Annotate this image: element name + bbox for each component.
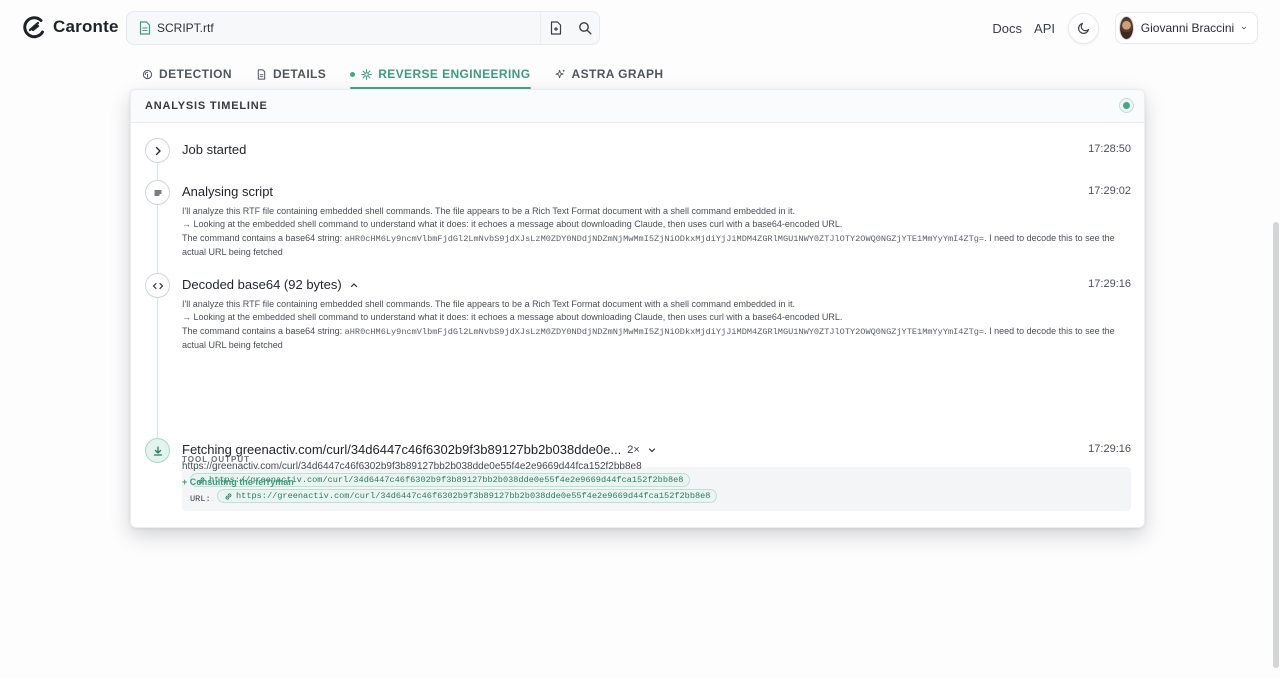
event-title-text: Fetching greenactiv.com/curl/34d6447c46f… [182,442,622,457]
repeat-count: 2× [627,443,640,456]
chevron-up-icon [351,282,358,287]
log-line: actual URL being fetched [182,247,283,258]
event-log: I'll analyze this RTF file containing em… [182,298,1131,353]
page-scrollbar[interactable] [1273,222,1279,668]
event-title[interactable]: Decoded base64 (92 bytes) [182,277,361,292]
event-title-text: Analysing script [182,184,274,199]
card-title: ANALYSIS TIMELINE [145,100,268,112]
chevron-down-icon [649,447,656,452]
tab-label: ASTRA GRAPH [571,67,664,81]
app-name: Caronte [53,17,119,36]
user-name: Giovanni Braccini [1140,21,1235,35]
file-plus-icon [550,21,561,35]
chevron-right-icon [155,146,161,155]
user-menu-button[interactable]: Giovanni Braccini [1115,12,1258,44]
upload-file-button[interactable] [541,11,570,45]
nav-right: Docs API Giovanni Braccini [992,11,1258,45]
card-header: ANALYSIS TIMELINE [131,90,1144,123]
status-line: + Consulting the ferryman [182,477,294,487]
log-line: actual URL being fetched [182,340,283,351]
log-line: I'll analyze this RTF file containing em… [182,206,796,216]
code-icon [152,282,163,289]
gear-icon [361,68,373,80]
tab-detection[interactable]: DETECTION [142,60,232,88]
api-link[interactable]: API [1034,21,1055,36]
event-log: I'll analyze this RTF file containing em… [182,205,1131,260]
active-dot [350,71,356,77]
log-text: . I need to decode this to see the [984,325,1115,336]
event-time: 17:29:16 [1088,278,1131,290]
log-line: → Looking at the embedded shell command … [182,219,843,230]
file-name: SCRIPT.rtf [157,21,214,35]
fingerprint-icon [142,69,153,79]
event-time: 17:28:50 [1088,143,1131,155]
tab-label: DETECTION [159,67,232,81]
event-title-text: Decoded base64 (92 bytes) [182,277,342,292]
tab-label: DETAILS [272,67,327,81]
event-time: 17:29:02 [1088,185,1131,197]
analysis-tabs: DETECTION DETAILS REVERSE ENGINEERING AS… [142,60,687,89]
event-icon [145,180,170,205]
top-header: Caronte SCRIPT.rtf Docs API Giovanni Bra… [0,0,1280,56]
timeline-event-job-started: Job started 17:28:50 [145,138,1131,164]
tab-details[interactable]: DETAILS [256,60,326,88]
tab-label: REVERSE ENGINEERING [378,67,531,81]
event-title: Analysing script [182,184,273,199]
collapse-toggle[interactable] [348,278,361,291]
moon-icon [1077,22,1089,34]
docs-link[interactable]: Docs [992,21,1022,36]
lines-icon [153,189,162,196]
log-line: The command contains a base64 string: aH… [182,325,1131,339]
search-button[interactable] [570,11,599,45]
event-time: 17:29:16 [1088,443,1131,455]
event-icon [145,273,170,298]
search-icon [578,22,591,35]
avatar [1119,16,1134,40]
log-line: I'll analyze this RTF file containing em… [182,299,796,309]
tab-astra-graph[interactable]: ASTRA GRAPH [554,60,664,88]
document-icon [139,21,151,35]
timeline-event-fetching: Fetching greenactiv.com/curl/34d6447c46f… [145,438,1131,498]
log-text: . I need to decode this to see the [984,232,1115,243]
event-title[interactable]: Fetching greenactiv.com/curl/34d6447c46f… [182,442,659,457]
sparkle-icon [554,69,565,78]
analysis-timeline-card: ANALYSIS TIMELINE Job started 17:28:50 A… [130,89,1145,528]
event-title: Job started [182,142,246,157]
event-icon [145,438,170,463]
theme-toggle-button[interactable] [1068,12,1099,44]
file-selector[interactable]: SCRIPT.rtf [127,12,541,44]
download-icon [153,445,162,456]
base64-string: aHR0cHM6Ly9ncmVlbmFjdGl2LmNvbS9jdXJsLzM0… [344,233,985,244]
live-status-indicator [1119,98,1134,113]
file-bar: SCRIPT.rtf [126,11,600,45]
fetch-url: https://greenactiv.com/curl/34d6447c46f6… [182,461,642,472]
tab-reverse-engineering[interactable]: REVERSE ENGINEERING [350,60,531,89]
expand-toggle[interactable] [646,443,659,456]
base64-string: aHR0cHM6Ly9ncmVlbmFjdGl2LmNvbS9jdXJsLzM0… [344,326,985,337]
document-icon [257,68,266,80]
event-title-text: Job started [182,142,247,157]
log-line: → Looking at the embedded shell command … [182,312,843,323]
log-line: The command contains a base64 string: aH… [182,232,1131,246]
caronte-logo-icon [23,16,44,39]
chevron-down-icon [1241,26,1247,30]
app-logo[interactable]: Caronte [22,15,119,39]
log-text: The command contains a base64 string: [182,325,345,336]
log-text: The command contains a base64 string: [182,232,345,243]
timeline-event-analysing-script: Analysing script 17:29:02 I'll analyze t… [145,180,1131,260]
event-icon [145,138,170,163]
